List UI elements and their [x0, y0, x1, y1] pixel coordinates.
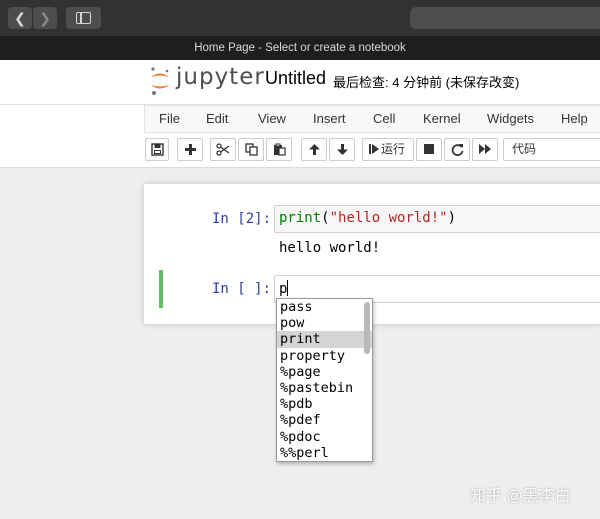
move-up-button[interactable]	[301, 138, 327, 161]
menu-insert[interactable]: Insert	[313, 111, 346, 126]
move-down-button[interactable]	[329, 138, 355, 161]
copy-button[interactable]	[238, 138, 264, 161]
cell-1-output: hello world!	[279, 240, 381, 256]
cut-button[interactable]	[210, 138, 236, 161]
browser-tab[interactable]: Home Page - Select or create a notebook	[0, 36, 600, 60]
chevron-left-icon: ❮	[14, 10, 26, 26]
cell-1-prompt: In [2]:	[212, 211, 272, 227]
scissors-icon	[216, 143, 230, 156]
completion-item[interactable]: %pdb	[277, 396, 372, 412]
menu-file[interactable]: File	[159, 111, 180, 126]
stop-icon	[424, 144, 434, 154]
address-bar[interactable]	[410, 7, 600, 29]
paste-button[interactable]	[266, 138, 292, 161]
menu-view[interactable]: View	[258, 111, 286, 126]
autocomplete-popup[interactable]: pass pow print property %page %pastebin …	[276, 298, 373, 462]
insert-cell-button[interactable]	[177, 138, 203, 161]
menu-edit[interactable]: Edit	[206, 111, 228, 126]
menu-help[interactable]: Help	[561, 111, 588, 126]
restart-button[interactable]	[444, 138, 470, 161]
menu-toolbar-area: File Edit View Insert Cell Kernel Widget…	[0, 105, 600, 168]
menu-kernel[interactable]: Kernel	[423, 111, 461, 126]
arrow-up-icon	[308, 144, 320, 155]
menubar: File Edit View Insert Cell Kernel Widget…	[144, 105, 600, 133]
sidebar-icon	[76, 12, 91, 24]
back-button[interactable]: ❮	[8, 7, 32, 29]
cell-2-code[interactable]: p	[279, 280, 289, 297]
sidebar-toggle-button[interactable]	[66, 7, 101, 29]
restart-icon	[451, 144, 463, 156]
menu-widgets[interactable]: Widgets	[487, 111, 534, 126]
completion-item[interactable]: pass	[277, 299, 372, 315]
code-string: "hello world!"	[329, 210, 448, 226]
paste-icon	[273, 143, 286, 156]
run-label: 运行	[381, 142, 406, 156]
arrow-down-icon	[336, 144, 348, 155]
completion-item[interactable]: property	[277, 348, 372, 364]
code-paren-close: )	[447, 210, 457, 226]
completion-item[interactable]: %%perl	[277, 445, 372, 461]
save-icon	[150, 143, 164, 156]
completion-item[interactable]: %pdoc	[277, 429, 372, 445]
chevron-right-icon: ❯	[39, 10, 51, 26]
cell-2-prompt: In [ ]:	[212, 281, 272, 297]
run-button[interactable]: 运行	[362, 138, 414, 161]
fast-forward-icon	[479, 144, 491, 154]
interrupt-button[interactable]	[416, 138, 442, 161]
popup-scrollbar[interactable]	[364, 302, 370, 354]
step-forward-icon	[369, 144, 379, 154]
completion-item[interactable]: %pastebin	[277, 380, 372, 396]
jupyter-header: jupyter Untitled 最后检查: 4 分钟前 (未保存改变)	[0, 60, 600, 104]
code-paren-open: (	[321, 210, 330, 226]
forward-button[interactable]: ❯	[33, 7, 57, 29]
jupyter-logo-icon[interactable]	[149, 66, 171, 96]
selected-cell-indicator	[159, 270, 163, 308]
cell-1-code[interactable]: print("hello world!")	[279, 210, 456, 226]
restart-run-all-button[interactable]	[472, 138, 498, 161]
jupyter-logo-text: jupyter	[176, 64, 265, 90]
completion-item[interactable]: %pdef	[277, 412, 372, 428]
menu-cell[interactable]: Cell	[373, 111, 395, 126]
notebook-title[interactable]: Untitled	[265, 68, 326, 89]
save-button[interactable]	[145, 138, 169, 161]
completion-item-selected[interactable]: print	[277, 331, 372, 348]
watermark: 知乎 @黑李白	[470, 488, 571, 505]
completion-item[interactable]: pow	[277, 315, 372, 331]
copy-icon	[244, 143, 258, 156]
code-function: print	[279, 210, 322, 226]
text-cursor	[287, 280, 289, 296]
completion-item[interactable]: %page	[277, 364, 372, 380]
checkpoint-status: 最后检查: 4 分钟前 (未保存改变)	[333, 75, 520, 90]
browser-toolbar: ❮ ❯	[0, 0, 600, 36]
plus-icon	[184, 144, 196, 155]
cell-2-code-text: p	[279, 281, 288, 297]
cell-type-select[interactable]: 代码	[503, 138, 600, 161]
